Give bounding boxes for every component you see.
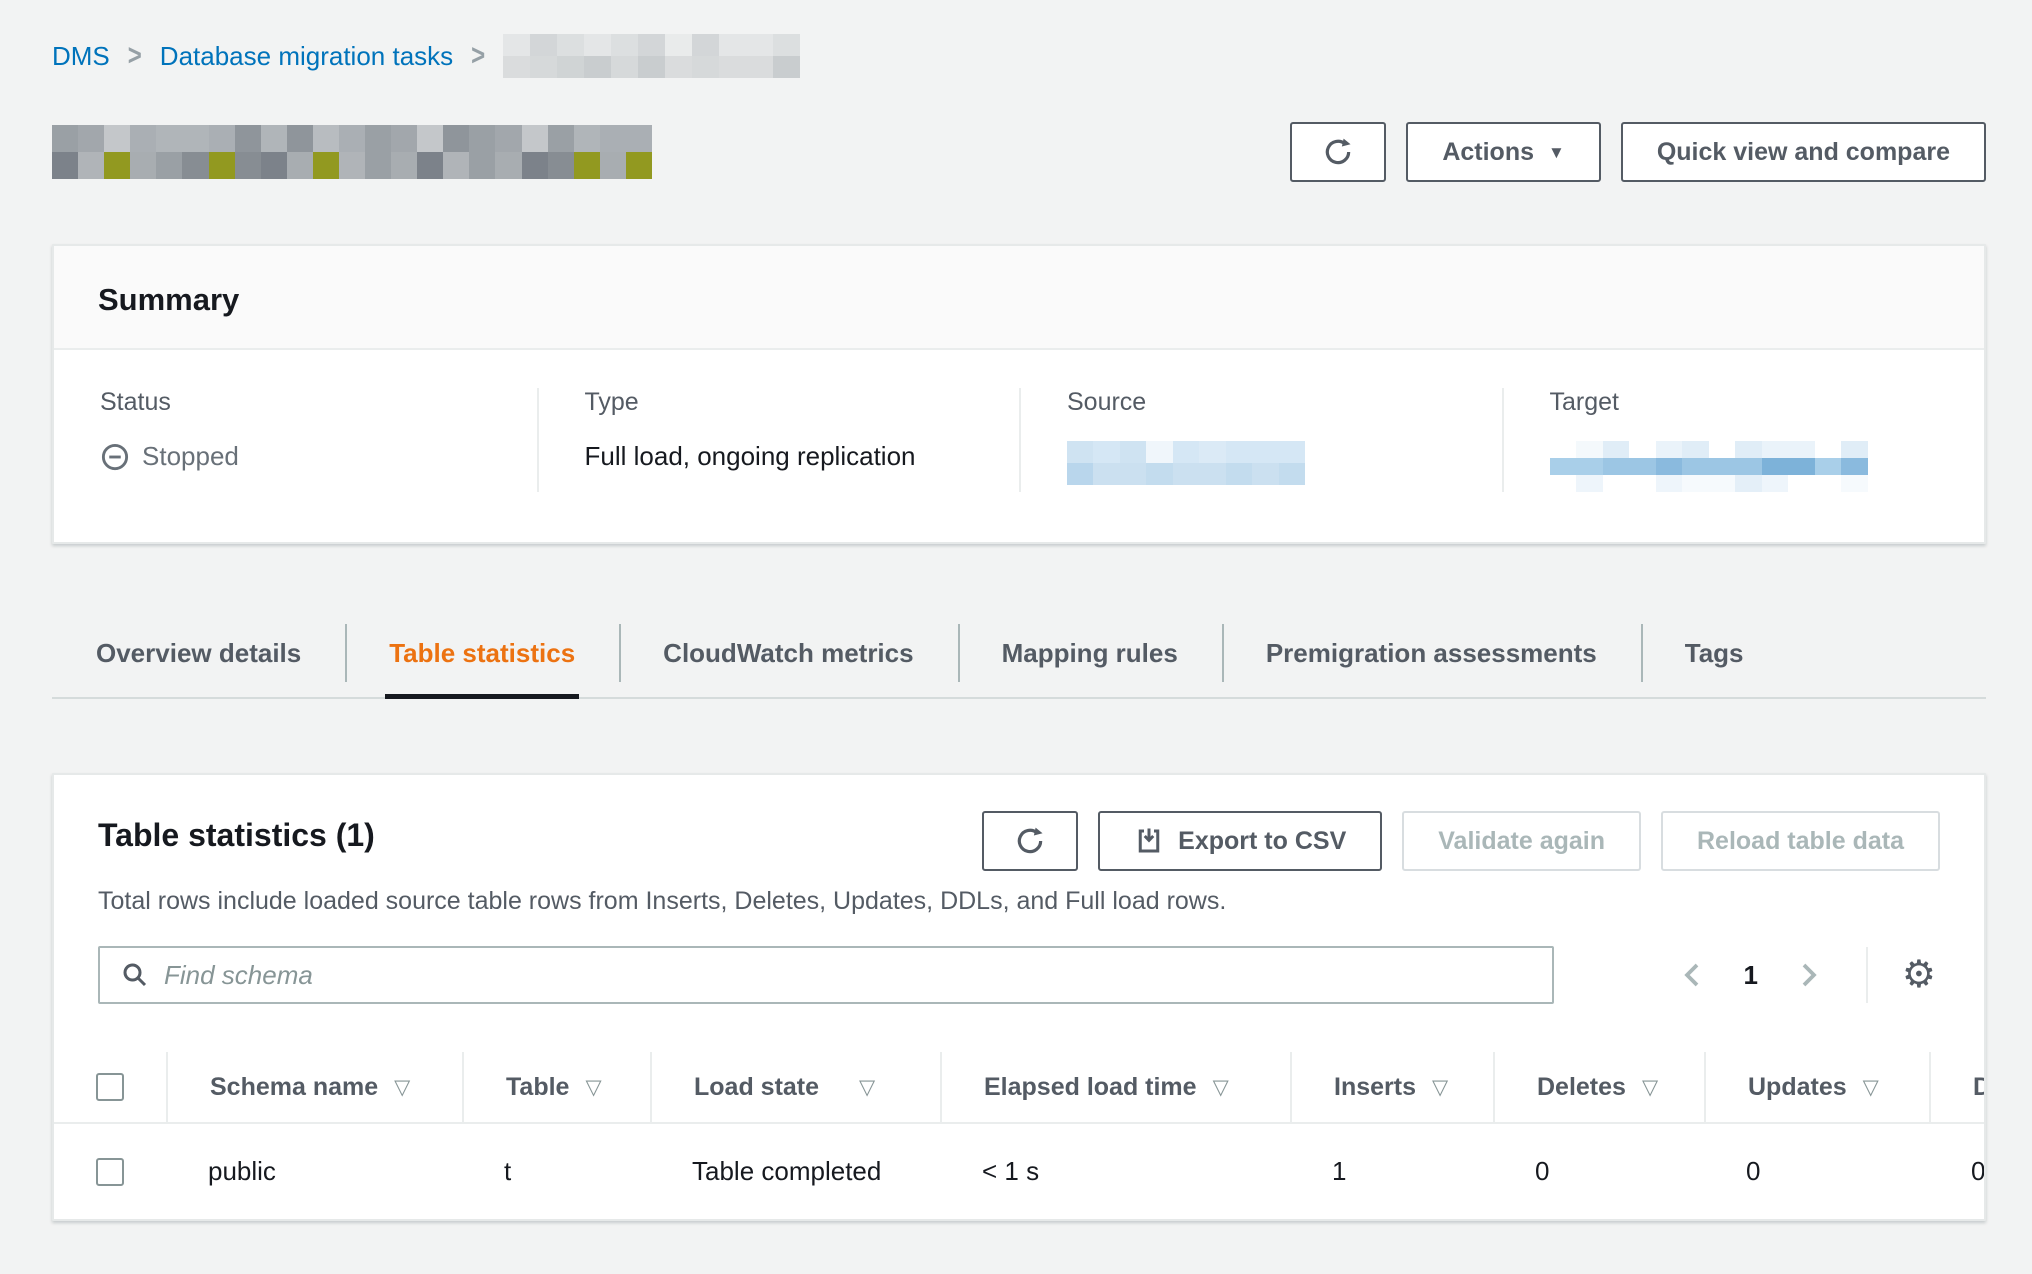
next-page-button[interactable] [1788,952,1830,998]
cell-deletes: 0 [1493,1124,1704,1219]
cell-ddls-truncated: 0 [1929,1124,1984,1219]
cell-table: t [462,1124,650,1219]
type-label: Type [585,388,1020,417]
validate-again-button[interactable]: Validate again [1402,811,1641,871]
chevron-left-icon [1679,960,1705,990]
tab-premigration-assessments[interactable]: Premigration assessments [1222,618,1641,697]
refresh-icon [1014,825,1046,857]
refresh-icon [1322,136,1354,168]
summary-title: Summary [98,282,1940,318]
table-refresh-button[interactable] [982,811,1078,871]
gear-icon: ⚙ [1902,954,1936,996]
dms-task-page: DMS > Database migration tasks > Actions… [0,0,2032,1221]
quick-view-label: Quick view and compare [1657,138,1950,167]
status-value: Stopped [100,441,537,472]
export-csv-label: Export to CSV [1178,827,1346,856]
table-statistics-title: Table statistics (1) [98,811,375,854]
sort-icon: ▽ [585,1075,601,1100]
cell-schema-name: public [166,1124,462,1219]
chevron-right-icon: > [128,39,142,74]
breadcrumb: DMS > Database migration tasks > [52,34,1986,78]
summary-field-type: Type Full load, ongoing replication [537,388,1020,492]
sort-icon: ▽ [1213,1075,1229,1100]
row-checkbox[interactable] [96,1158,124,1186]
summary-field-source: Source [1019,388,1502,492]
chevron-right-icon [1796,960,1822,990]
actions-button-label: Actions [1442,138,1534,167]
export-csv-button[interactable]: Export to CSV [1098,811,1382,871]
download-icon [1134,826,1164,856]
column-header-ddls-truncated[interactable]: D [1929,1052,1984,1122]
schema-search-box [98,946,1554,1004]
redacted-task-name-crumb [503,34,800,78]
refresh-button[interactable] [1290,122,1386,182]
validate-again-label: Validate again [1438,827,1605,856]
chevron-right-icon: > [471,39,485,74]
summary-field-target: Target [1502,388,1985,492]
column-header-updates[interactable]: Updates ▽ [1704,1052,1929,1122]
column-header-table[interactable]: Table ▽ [462,1052,650,1122]
search-icon [120,960,150,990]
table-toolbar: 1 ⚙ [54,916,1984,1004]
page-header: Actions ▼ Quick view and compare [52,122,1986,182]
pagination: 1 ⚙ [1671,947,1940,1003]
actions-button[interactable]: Actions ▼ [1406,122,1601,182]
cell-elapsed-load-time: < 1 s [940,1124,1290,1219]
breadcrumb-tasks-link[interactable]: Database migration tasks [160,41,453,72]
redacted-page-title [52,125,652,179]
target-label: Target [1550,388,1985,417]
select-all-cell [54,1052,166,1122]
header-button-group: Actions ▼ Quick view and compare [1290,122,1986,182]
breadcrumb-dms-link[interactable]: DMS [52,41,110,72]
cell-load-state: Table completed [650,1124,940,1219]
reload-table-data-button[interactable]: Reload table data [1661,811,1940,871]
status-label: Status [100,388,537,417]
sort-icon: ▽ [394,1075,410,1100]
type-value: Full load, ongoing replication [585,441,1020,472]
table-row: public t Table completed < 1 s 1 0 0 0 [54,1124,1984,1219]
toolbar-divider [1866,947,1868,1003]
row-select-cell [54,1124,166,1219]
sort-icon: ▽ [859,1075,875,1100]
column-header-deletes[interactable]: Deletes ▽ [1493,1052,1704,1122]
task-detail-tabs: Overview details Table statistics CloudW… [52,618,1986,699]
column-header-inserts[interactable]: Inserts ▽ [1290,1052,1493,1122]
table-header-row: Schema name ▽ Table ▽ Load state ▽ Elaps… [54,1052,1984,1124]
sort-icon: ▽ [1432,1075,1448,1100]
status-text: Stopped [142,441,239,472]
tab-mapping-rules[interactable]: Mapping rules [958,618,1222,697]
cell-updates: 0 [1704,1124,1929,1219]
table-statistics-actions: Export to CSV Validate again Reload tabl… [982,811,1940,871]
source-label: Source [1067,388,1502,417]
reload-table-data-label: Reload table data [1697,827,1904,856]
sort-icon: ▽ [1863,1075,1879,1100]
table-statistics-header: Table statistics (1) Export to CSV [54,775,1984,871]
previous-page-button[interactable] [1671,952,1713,998]
cell-inserts: 1 [1290,1124,1493,1219]
stopped-minus-circle-icon [100,442,130,472]
tab-cloudwatch-metrics[interactable]: CloudWatch metrics [619,618,957,697]
tab-overview-details[interactable]: Overview details [52,618,345,697]
column-header-load-state[interactable]: Load state ▽ [650,1052,940,1122]
tab-tags[interactable]: Tags [1641,618,1788,697]
sort-icon: ▽ [1642,1075,1658,1100]
schema-search-input[interactable] [164,960,1532,991]
current-page-number[interactable]: 1 [1743,960,1757,991]
column-header-schema-name[interactable]: Schema name ▽ [166,1052,462,1122]
summary-panel-header: Summary [54,246,1984,350]
table-preferences-button[interactable]: ⚙ [1898,952,1940,998]
chevron-down-icon: ▼ [1548,143,1565,163]
redacted-source-endpoint-link[interactable] [1067,441,1305,485]
select-all-checkbox[interactable] [96,1073,124,1101]
summary-fields: Status Stopped Type Full load, ongoing r… [54,350,1984,542]
table-statistics-description: Total rows include loaded source table r… [54,871,1984,916]
table-statistics-panel: Table statistics (1) Export to CSV [52,773,1986,1221]
table-statistics-table: Schema name ▽ Table ▽ Load state ▽ Elaps… [54,1052,1984,1219]
tab-table-statistics[interactable]: Table statistics [345,618,619,697]
summary-panel: Summary Status Stopped Type Full load, o… [52,244,1986,544]
column-header-elapsed-load-time[interactable]: Elapsed load time ▽ [940,1052,1290,1122]
quick-view-compare-button[interactable]: Quick view and compare [1621,122,1986,182]
summary-field-status: Status Stopped [54,388,537,492]
redacted-target-endpoint-link[interactable] [1550,441,1868,492]
